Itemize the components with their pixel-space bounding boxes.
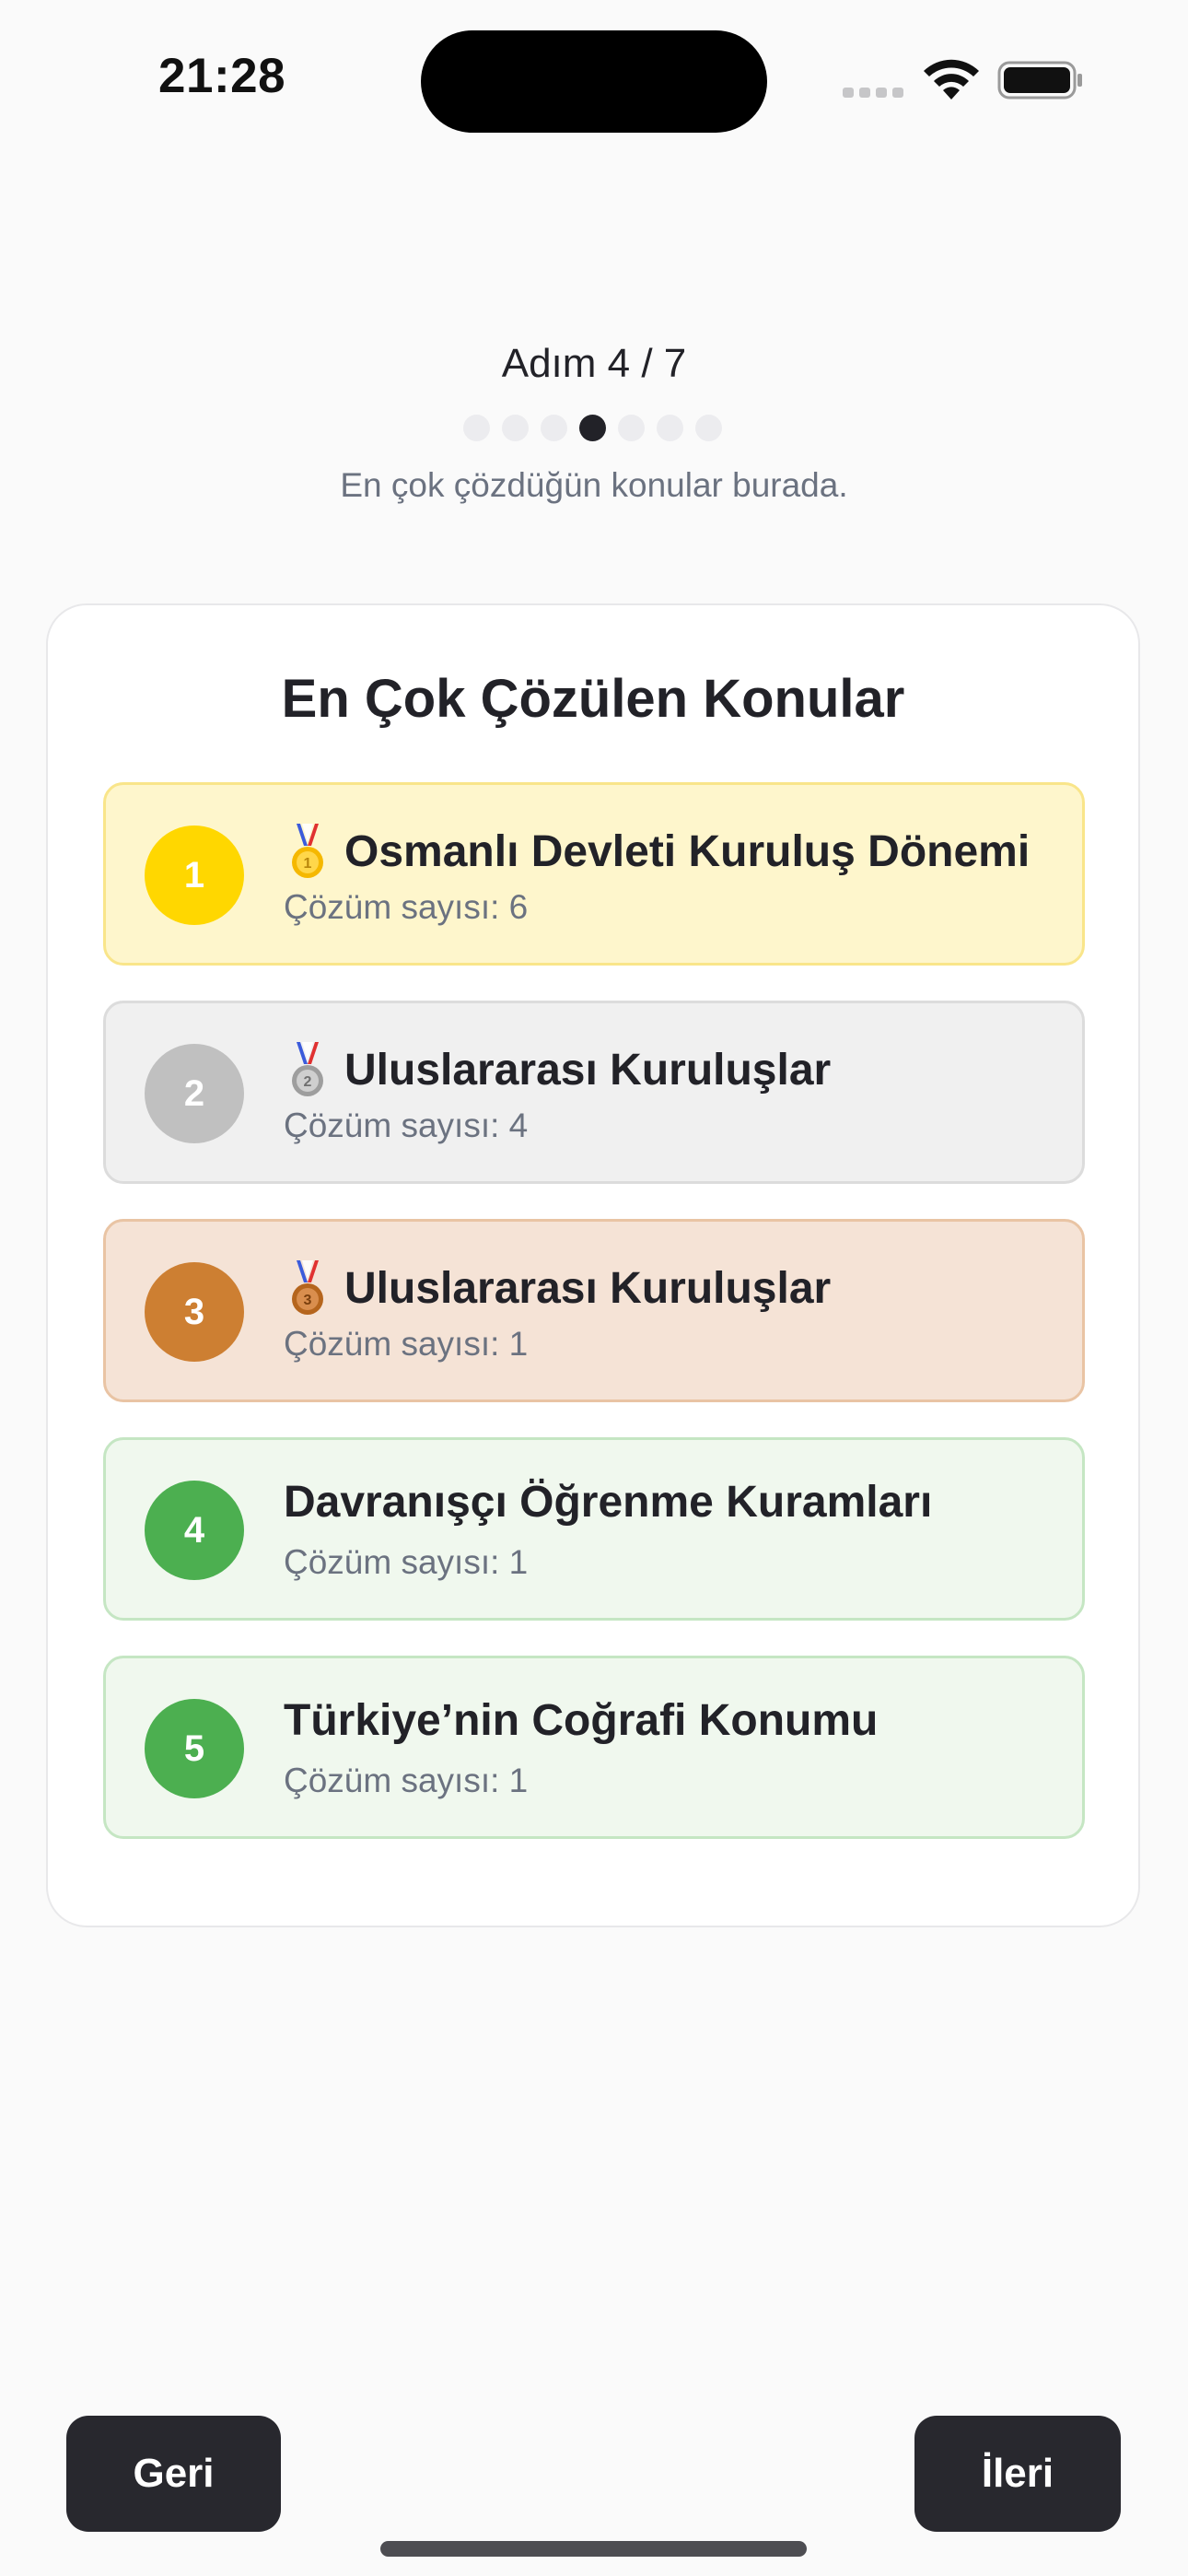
step-dot-active xyxy=(579,415,606,441)
step-dot xyxy=(695,415,722,441)
topic-name: Uluslararası Kuruluşlar xyxy=(344,1045,832,1095)
next-button[interactable]: İleri xyxy=(914,2416,1121,2532)
rank-badge: 2 xyxy=(145,1044,244,1143)
silver-medal-icon: 2 xyxy=(292,1042,323,1096)
solve-count: Çözüm sayısı: 1 xyxy=(284,1762,529,1799)
step-subtitle: En çok çözdüğün konular burada. xyxy=(340,466,848,504)
topic-name: Davranışçı Öğrenme Kuramları xyxy=(284,1478,933,1527)
topic-name: Uluslararası Kuruluşlar xyxy=(344,1263,832,1313)
topic-list-item: 3 3 Uluslararası Kuruluşlar Çözüm sayısı: 1 xyxy=(103,1219,1085,1402)
solve-count: Çözüm sayısı: 4 xyxy=(284,1107,529,1144)
back-button[interactable]: Geri xyxy=(66,2416,281,2532)
step-progress-dots xyxy=(463,415,722,441)
card-title: En Çok Çözülen Konular xyxy=(281,669,905,729)
dynamic-island xyxy=(421,30,767,133)
svg-text:3: 3 xyxy=(304,1293,312,1308)
topic-title-row: 2 Uluslararası Kuruluşlar xyxy=(284,1040,831,1099)
status-time: 21:28 xyxy=(158,49,286,103)
topic-title-row: 1 Osmanlı Devleti Kuruluş Dönemi xyxy=(284,822,1030,881)
rank-badge: 5 xyxy=(145,1699,244,1798)
step-dot xyxy=(463,415,490,441)
bronze-medal-icon: 3 xyxy=(292,1260,323,1315)
rank-badge: 4 xyxy=(145,1481,244,1580)
wifi-icon xyxy=(924,59,979,100)
top-topics-card: En Çok Çözülen Konular 1 1 Osmanlı Devleti… xyxy=(46,603,1140,1927)
topic-title-row: Türkiye’nin Coğrafi Konumu xyxy=(284,1695,878,1746)
svg-text:1: 1 xyxy=(304,856,312,872)
battery-icon xyxy=(997,61,1082,100)
solve-count: Çözüm sayısı: 1 xyxy=(284,1325,529,1363)
solve-count: Çözüm sayısı: 6 xyxy=(284,888,529,926)
step-dot xyxy=(502,415,529,441)
topic-title-row: 3 Uluslararası Kuruluşlar xyxy=(284,1259,831,1317)
rank-badge: 3 xyxy=(145,1262,244,1362)
svg-text:2: 2 xyxy=(304,1074,312,1090)
topic-name: Osmanlı Devleti Kuruluş Dönemi xyxy=(344,826,1031,876)
topic-list-item: 5 Türkiye’nin Coğrafi Konumu Çözüm sayısı:… xyxy=(103,1656,1085,1839)
solve-count: Çözüm sayısı: 1 xyxy=(284,1543,529,1581)
gold-medal-icon: 1 xyxy=(292,824,323,878)
topic-name: Türkiye’nin Coğrafi Konumu xyxy=(284,1696,879,1745)
topic-list-item: 2 2 Uluslararası Kuruluşlar Çözüm sayısı: 4 xyxy=(103,1001,1085,1184)
topic-list-item: 4 Davranışçı Öğrenme Kuramları Çözüm sayıs… xyxy=(103,1437,1085,1621)
rank-badge: 1 xyxy=(145,825,244,925)
home-indicator xyxy=(380,2541,807,2557)
step-indicator: Adım 4 / 7 xyxy=(501,341,687,386)
topic-title-row: Davranışçı Öğrenme Kuramları xyxy=(284,1477,932,1528)
step-dot xyxy=(541,415,567,441)
cellular-signal-icon xyxy=(843,85,905,98)
step-dot xyxy=(657,415,683,441)
topic-list-item: 1 1 Osmanlı Devleti Kuruluş Dönemi Çözüm sa… xyxy=(103,782,1085,966)
step-dot xyxy=(618,415,645,441)
